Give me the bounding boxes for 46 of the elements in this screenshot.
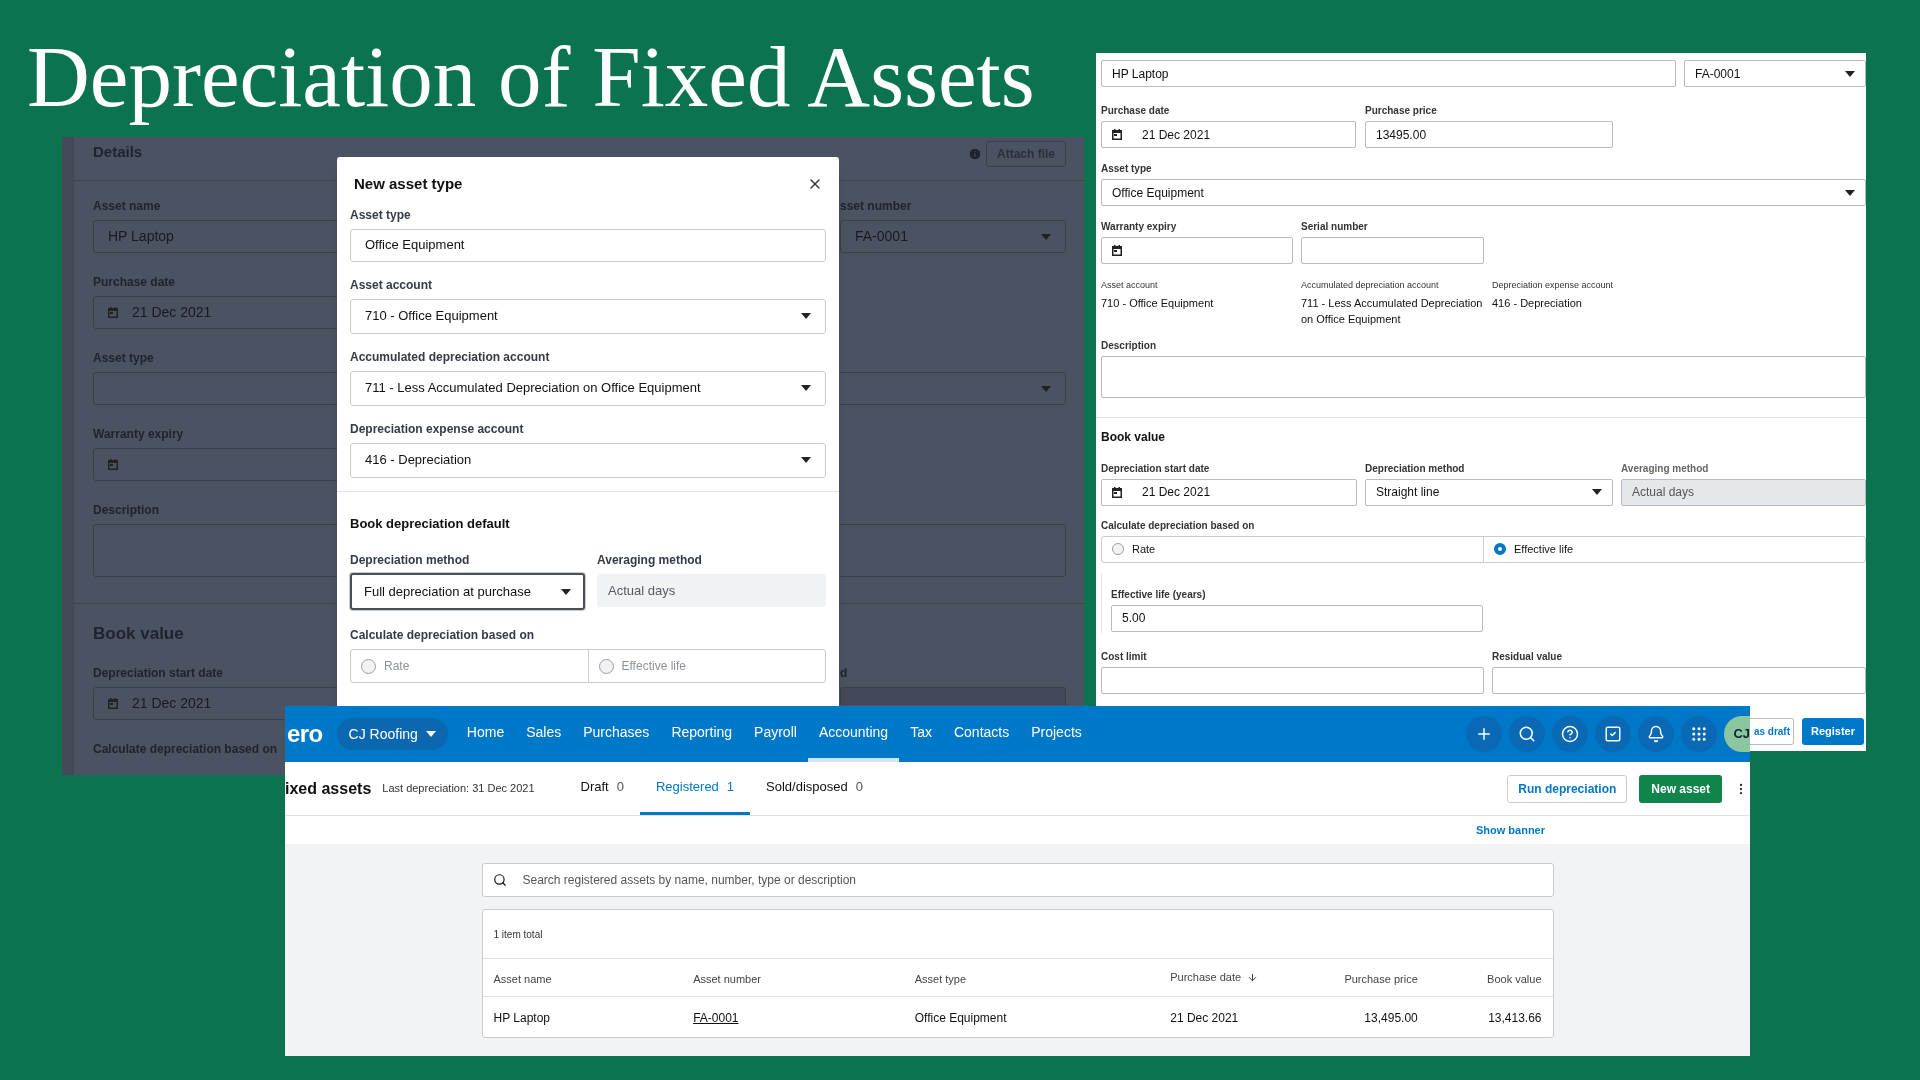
- column-header: Asset number: [693, 972, 761, 985]
- field-label: Asset account: [350, 276, 434, 294]
- field-label: Description: [1101, 338, 1157, 353]
- account-value: 710 - Office Equipment: [1101, 295, 1215, 311]
- section-heading: Book depreciation default: [350, 514, 511, 533]
- field-label: Effective life (years): [1111, 587, 1207, 602]
- averaging-method-field: Actual days: [1621, 478, 1866, 506]
- column-header: Asset name: [493, 972, 552, 985]
- column-header: Purchase price: [1344, 972, 1418, 985]
- table-cell: 21 Dec 2021: [1170, 1011, 1239, 1025]
- column-header: Asset type: [914, 972, 967, 985]
- field-label: Accumulated depreciation account: [350, 348, 551, 366]
- item-count: 1 item total: [493, 927, 543, 942]
- field-label: Asset type: [350, 206, 412, 224]
- section-heading: Book value: [1101, 428, 1167, 446]
- field-label: Calculate depreciation based on: [350, 627, 536, 644]
- field-label: Depreciation start date: [1101, 461, 1211, 476]
- page-title: ixed assets: [285, 778, 372, 799]
- field-label: Depreciation method: [1365, 461, 1466, 476]
- table-cell: 13,413.66: [1488, 1011, 1542, 1025]
- field-label: Depreciation expense account: [1492, 279, 1615, 292]
- table-cell: Office Equipment: [914, 1011, 1007, 1025]
- field-label: Depreciation expense account: [350, 420, 525, 438]
- field-label: Purchase price: [1365, 104, 1438, 118]
- field-label: Residual value: [1492, 649, 1564, 664]
- averaging-method-field: Actual days: [597, 574, 826, 607]
- account-value: 711 - Less Accumulated Depreciation on Office Equipment: [1301, 295, 1484, 327]
- account-value: 416 - Depreciation: [1492, 295, 1583, 311]
- field-label: Depreciation method: [350, 552, 471, 569]
- field-label: Serial number: [1301, 220, 1369, 234]
- table-cell: HP Laptop: [493, 1011, 550, 1025]
- last-depreciation-text: Last depreciation: 31 Dec 2021: [382, 781, 535, 797]
- logo-text: ero: [286, 719, 323, 749]
- dialog-title: New asset type: [354, 174, 463, 194]
- field-label: Accumulated depreciation account: [1301, 279, 1440, 292]
- table-cell: 13,495.00: [1364, 1011, 1418, 1025]
- field-label: Averaging method: [597, 552, 703, 569]
- slide-title: Depreciation of Fixed Assets: [27, 27, 1035, 127]
- field-label: Asset account: [1101, 279, 1159, 292]
- field-label: Warranty expiry: [1101, 220, 1178, 234]
- field-label: Purchase date: [1101, 104, 1171, 118]
- field-label: Asset type: [1101, 162, 1153, 176]
- field-label: Averaging method: [1621, 461, 1710, 476]
- field-label: Calculate depreciation based on: [1101, 518, 1256, 533]
- field-label: Cost limit: [1101, 649, 1148, 664]
- column-header: Book value: [1487, 972, 1542, 985]
